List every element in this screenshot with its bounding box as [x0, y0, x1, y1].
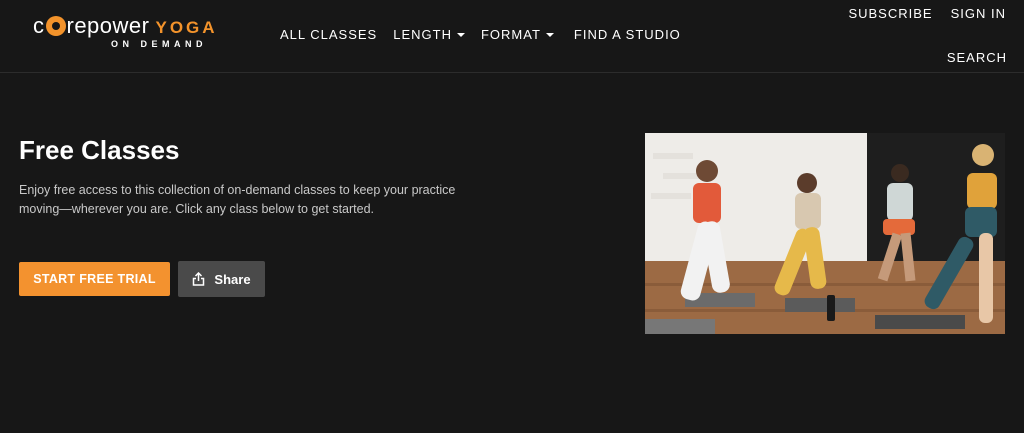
main-nav: ALL CLASSES LENGTH FORMAT FIND A STUDIO: [280, 27, 681, 42]
nav-all-classes-label: ALL CLASSES: [280, 27, 378, 42]
share-button-label: Share: [214, 271, 251, 287]
site-header: c repower YOGA ON DEMAND ALL CLASSES LENGT…: [0, 0, 1024, 73]
chevron-down-icon: [545, 32, 554, 37]
subscribe-link[interactable]: SUBSCRIBE: [848, 6, 932, 21]
nav-find-studio[interactable]: FIND A STUDIO: [574, 27, 681, 42]
share-button[interactable]: Share: [178, 261, 265, 297]
nav-length-dropdown[interactable]: LENGTH: [393, 27, 465, 42]
nav-find-studio-label: FIND A STUDIO: [573, 27, 681, 42]
nav-all-classes[interactable]: ALL CLASSES: [280, 27, 377, 42]
page-title: Free Classes: [19, 135, 180, 165]
sign-in-link[interactable]: SIGN IN: [951, 6, 1006, 21]
logo-wordmark: c repower YOGA: [33, 12, 218, 42]
search-link[interactable]: SEARCH: [947, 50, 1007, 65]
corepower-yoga-logo[interactable]: c repower YOGA ON DEMAND: [33, 12, 238, 52]
logo-text-yoga: YOGA: [155, 18, 218, 37]
account-links: SUBSCRIBE SIGN IN: [848, 6, 1006, 21]
yoga-class-photo: [645, 133, 1005, 334]
share-icon: [193, 272, 205, 286]
hero-description: Enjoy free access to this collection of …: [19, 183, 456, 216]
logo-text-c: c: [33, 13, 45, 38]
start-free-trial-button[interactable]: START FREE TRIAL: [19, 262, 170, 296]
logo-text-repower: repower: [66, 13, 150, 38]
logo-subtitle: ON DEMAND: [111, 39, 207, 49]
logo-o-mark-icon: [45, 16, 66, 36]
yoga-class-image: [645, 133, 1005, 334]
nav-length-label: LENGTH: [393, 27, 452, 42]
nav-format-dropdown[interactable]: FORMAT: [481, 27, 554, 42]
nav-format-label: FORMAT: [480, 27, 541, 42]
chevron-down-icon: [456, 32, 465, 37]
